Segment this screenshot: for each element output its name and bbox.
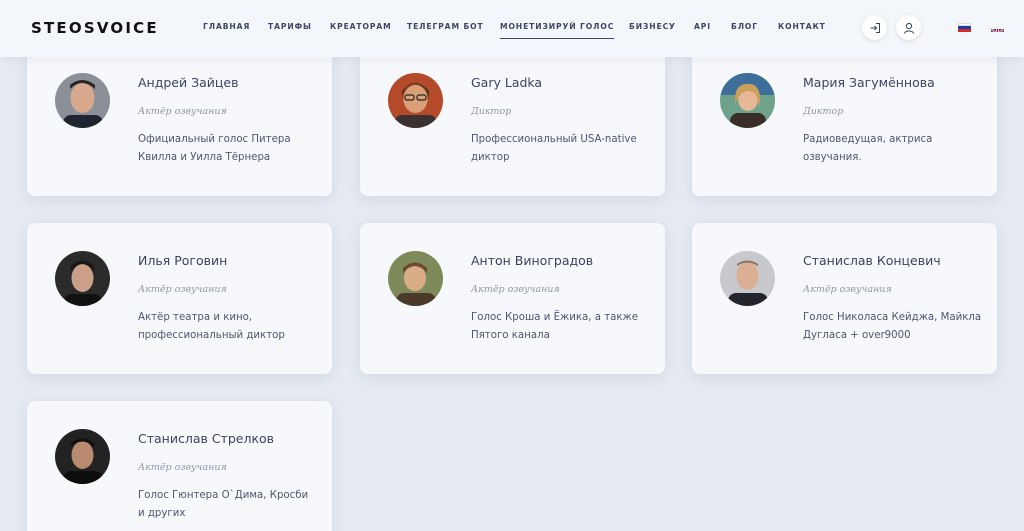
actor-description: Актёр театра и кино, профессиональный ди… bbox=[138, 312, 285, 341]
site-header: STEOSVOICE ГЛАВНАЯ ТАРИФЫ КРЕАТОРАМ ТЕЛЕ… bbox=[0, 0, 1024, 57]
actor-role: Актёр озвучания bbox=[471, 284, 560, 295]
actor-name: Андрей Зайцев bbox=[138, 75, 239, 90]
actor-description: Профессиональный USA-native диктор bbox=[471, 134, 637, 163]
login-icon bbox=[870, 22, 880, 33]
user-icon bbox=[903, 22, 914, 34]
nav-item-api[interactable]: API bbox=[694, 22, 711, 31]
actor-role: Диктор bbox=[803, 106, 844, 117]
nav-item-business[interactable]: БИЗНЕСУ bbox=[629, 22, 676, 31]
actor-name: Мария Загумённова bbox=[803, 75, 935, 90]
nav-item-creators[interactable]: КРЕАТОРАМ bbox=[330, 22, 392, 31]
nav-item-home[interactable]: ГЛАВНАЯ bbox=[203, 22, 250, 31]
voice-card[interactable]: Мария Загумённова Диктор Радиоведущая, а… bbox=[692, 40, 997, 196]
avatar bbox=[388, 251, 443, 306]
actor-description: Голос Кроша и Ёжика, а также Пятого кана… bbox=[471, 312, 638, 341]
nav-item-telegram-bot[interactable]: ТЕЛЕГРАМ БОТ bbox=[407, 22, 484, 31]
actor-name: Станислав Стрелков bbox=[138, 431, 275, 446]
nav-item-contact[interactable]: КОНТАКТ bbox=[778, 22, 826, 31]
account-button[interactable] bbox=[896, 15, 921, 40]
actor-description: Официальный голос Питера Квилла и Уилла … bbox=[138, 134, 291, 163]
voice-card[interactable]: Станислав Концевич Актёр озвучания Голос… bbox=[692, 223, 997, 374]
uk-flag-icon[interactable] bbox=[991, 23, 1004, 32]
actor-name: Станислав Концевич bbox=[803, 253, 941, 268]
voice-card[interactable]: Антон Виноградов Актёр озвучания Голос К… bbox=[360, 223, 665, 374]
login-button[interactable] bbox=[862, 15, 887, 40]
nav-item-monetize-voice[interactable]: МОНЕТИЗИРУЙ ГОЛОС bbox=[500, 22, 615, 39]
nav-item-pricing[interactable]: ТАРИФЫ bbox=[268, 22, 312, 31]
actor-description: Голос Николаса Кейджа, Майкла Дугласа + … bbox=[803, 312, 982, 341]
actor-role: Актёр озвучания bbox=[138, 462, 227, 473]
voice-card[interactable]: Илья Роговин Актёр озвучания Актёр театр… bbox=[27, 223, 332, 374]
actor-role: Актёр озвучания bbox=[138, 284, 227, 295]
logo[interactable]: STEOSVOICE bbox=[31, 19, 159, 37]
actor-role: Актёр озвучания bbox=[138, 106, 227, 117]
actor-role: Актёр озвучания bbox=[803, 284, 892, 295]
russian-flag-icon[interactable] bbox=[958, 23, 971, 32]
actor-name: Gary Ladka bbox=[471, 75, 543, 90]
avatar bbox=[388, 73, 443, 128]
avatar bbox=[55, 73, 110, 128]
actor-description: Голос Гюнтера О`Дима, Кросби и других bbox=[138, 490, 309, 519]
voice-card[interactable]: Андрей Зайцев Актёр озвучания Официальны… bbox=[27, 40, 332, 196]
nav-item-blog[interactable]: БЛОГ bbox=[731, 22, 758, 31]
avatar bbox=[55, 429, 110, 484]
actor-name: Илья Роговин bbox=[138, 253, 228, 268]
voice-card[interactable]: Gary Ladka Диктор Профессиональный USA-n… bbox=[360, 40, 665, 196]
actor-name: Антон Виноградов bbox=[471, 253, 594, 268]
avatar bbox=[55, 251, 110, 306]
voice-card[interactable]: Станислав Стрелков Актёр озвучания Голос… bbox=[27, 401, 332, 531]
actor-role: Диктор bbox=[471, 106, 512, 117]
avatar bbox=[720, 73, 775, 128]
avatar bbox=[720, 251, 775, 306]
actor-description: Радиоведущая, актриса озвучания. bbox=[803, 134, 933, 163]
